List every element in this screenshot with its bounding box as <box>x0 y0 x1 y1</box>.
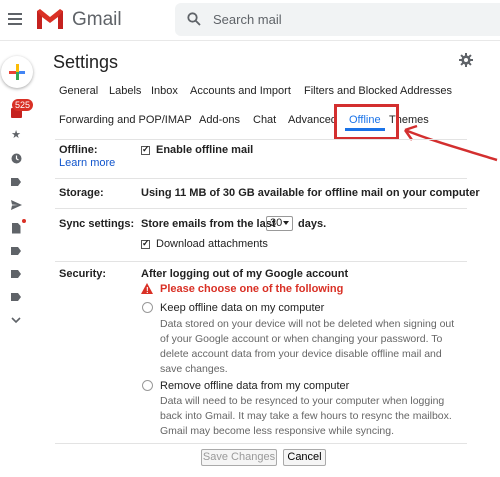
more-chevron-down-icon[interactable] <box>10 314 22 326</box>
top-bar: Gmail <box>0 0 500 40</box>
divider <box>55 443 467 444</box>
snoozed-icon[interactable] <box>10 152 22 164</box>
tab-inbox[interactable]: Inbox <box>151 85 178 97</box>
download-attachments-checkbox[interactable] <box>141 238 150 249</box>
tab-general[interactable]: General <box>59 85 98 97</box>
starred-icon[interactable]: ★ <box>10 129 22 141</box>
sent-icon[interactable] <box>10 199 22 211</box>
divider <box>55 261 467 262</box>
keep-offline-data-desc: Data stored on your device will not be d… <box>160 318 455 330</box>
security-heading: After logging out of my Google account <box>141 268 349 280</box>
header-divider <box>0 40 500 41</box>
remove-offline-data-desc: Data will need to be resynced to your co… <box>160 395 445 407</box>
remove-offline-data-radio[interactable] <box>142 380 153 391</box>
tab-accounts-and-import[interactable]: Accounts and Import <box>190 85 291 97</box>
tab-add-ons[interactable]: Add-ons <box>199 114 240 126</box>
keep-offline-data-desc: save changes. <box>160 363 228 375</box>
drafts-icon[interactable] <box>10 222 22 234</box>
save-changes-button[interactable]: Save Changes <box>201 449 277 466</box>
label-icon[interactable] <box>10 268 22 280</box>
learn-more-link[interactable]: Learn more <box>59 157 115 169</box>
sync-prefix-text: Store emails from the last <box>141 218 276 230</box>
tab-chat[interactable]: Chat <box>253 114 276 126</box>
sync-settings-label: Sync settings: <box>59 218 135 230</box>
offline-label: Offline: <box>59 144 98 156</box>
annotation-arrow-icon <box>403 124 498 162</box>
sync-days-value: 30 <box>270 217 283 229</box>
compose-button[interactable] <box>1 56 33 88</box>
sync-suffix-text: days. <box>298 218 327 230</box>
chevron-down-icon <box>283 221 289 225</box>
remove-offline-data-desc: back into Gmail. It may take a few hours… <box>160 410 452 422</box>
important-icon[interactable] <box>10 176 22 188</box>
warning-icon: ! <box>141 283 153 295</box>
download-attachments-label: Download attachments <box>156 238 268 250</box>
app-name: Gmail <box>72 9 122 30</box>
tab-filters-and-blocked-addresses[interactable]: Filters and Blocked Addresses <box>304 85 452 97</box>
keep-offline-data-desc: delete account data from your device dis… <box>160 348 442 360</box>
divider <box>55 139 467 140</box>
tab-labels[interactable]: Labels <box>109 85 141 97</box>
enable-offline-checkbox[interactable] <box>141 144 150 155</box>
sync-days-select[interactable]: 30 <box>266 216 293 231</box>
divider <box>55 208 467 209</box>
storage-label: Storage: <box>59 187 104 199</box>
keep-offline-data-label: Keep offline data on my computer <box>160 302 325 314</box>
search-input[interactable] <box>213 9 483 29</box>
drafts-indicator <box>22 219 26 223</box>
security-label: Security: <box>59 268 107 280</box>
gear-icon[interactable] <box>459 53 473 67</box>
tab-forwarding-pop-imap[interactable]: Forwarding and POP/IMAP <box>59 114 192 126</box>
remove-offline-data-label: Remove offline data from my computer <box>160 380 350 392</box>
search-icon[interactable] <box>187 12 201 26</box>
storage-text: Using 11 MB of 30 GB available for offli… <box>141 187 480 199</box>
tab-advanced[interactable]: Advanced <box>288 114 337 126</box>
remove-offline-data-desc: Gmail may become less responsive while s… <box>160 425 395 437</box>
page-title: Settings <box>53 52 119 72</box>
inbox-unread-badge: 525 <box>12 99 34 111</box>
cancel-button[interactable]: Cancel <box>283 449 326 466</box>
keep-offline-data-desc: of your Google account or when changing … <box>160 333 443 345</box>
label-icon[interactable] <box>10 245 22 257</box>
main-menu-icon[interactable] <box>8 13 22 25</box>
annotation-highlight-box <box>334 104 399 140</box>
gmail-logo-icon <box>37 9 63 29</box>
keep-offline-data-radio[interactable] <box>142 302 153 313</box>
label-icon[interactable] <box>10 291 22 303</box>
enable-offline-label: Enable offline mail <box>156 144 254 156</box>
search-bar[interactable] <box>175 3 500 36</box>
divider <box>55 178 467 179</box>
security-warning: Please choose one of the following <box>160 283 344 295</box>
